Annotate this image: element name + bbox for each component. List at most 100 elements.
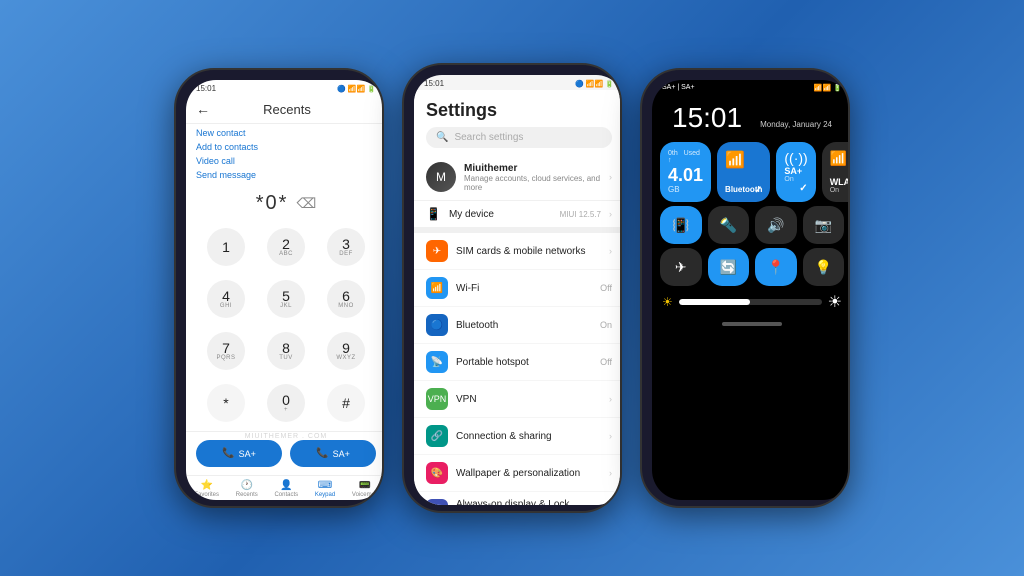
keypad: 1 2ABC 3DEF 4GHI 5JKL 6MNO 7PQRS 8TUV 9W… xyxy=(186,219,384,431)
backspace-icon[interactable]: ⌫ xyxy=(296,195,316,212)
vpn-chevron: › xyxy=(609,394,612,404)
control-time: 15:01 xyxy=(662,98,752,136)
flashlight-btn[interactable]: 🔦 xyxy=(708,206,750,244)
search-bar[interactable]: 🔍 Search settings xyxy=(426,127,612,148)
bluetooth-value: On xyxy=(600,320,612,330)
phone-settings: 15:01 🔵 📶📶 🔋 Settings 🔍 Search settings … xyxy=(402,63,622,513)
control-date: Monday, January 24 xyxy=(760,120,832,129)
call-button-2[interactable]: 📞 SA+ xyxy=(290,440,376,467)
key-5[interactable]: 5JKL xyxy=(267,280,305,318)
vpn-icon: VPN xyxy=(426,388,448,410)
my-device-item[interactable]: 📱 My device MIUI 12.5.7 › xyxy=(414,201,622,233)
search-icon: 🔍 xyxy=(436,132,448,143)
brightness-high-icon: ☀ xyxy=(828,292,842,312)
data-label: 0th Used ↑ xyxy=(668,150,703,164)
brightness-bar[interactable] xyxy=(679,299,822,305)
airplane-icon: ✈ xyxy=(675,259,687,276)
settings-item-wallpaper[interactable]: 🎨 Wallpaper & personalization › xyxy=(414,455,622,492)
profile-name: Miuithemer xyxy=(464,163,601,174)
wifi-icon: 📶 xyxy=(426,277,448,299)
brightness-low-icon: ☀ xyxy=(662,295,673,309)
new-contact-link[interactable]: New contact xyxy=(196,128,376,138)
home-indicator[interactable] xyxy=(722,322,782,326)
settings-item-connection[interactable]: 🔗 Connection & sharing › xyxy=(414,418,622,455)
sim-chevron: › xyxy=(609,246,612,256)
phone-dialer: 15:01 🔵 📶📶 🔋 ← Recents New contact Add t… xyxy=(174,68,384,508)
phone-icon-1: 📞 xyxy=(222,448,234,459)
settings-item-vpn[interactable]: VPN VPN › xyxy=(414,381,622,418)
settings-item-sim[interactable]: ✈ SIM cards & mobile networks › xyxy=(414,233,622,270)
volume-btn[interactable]: 🔊 xyxy=(755,206,797,244)
autorotate-icon: 🔄 xyxy=(720,259,737,276)
call-button-1[interactable]: 📞 SA+ xyxy=(196,440,282,467)
key-1[interactable]: 1 xyxy=(207,228,245,266)
connection-chevron: › xyxy=(609,431,612,441)
nav-voicemail[interactable]: 📟Voicemail xyxy=(352,480,378,498)
control-grid: 0th Used ↑ 4.01 GB 📶 Bluetooth ✓ ((·)) xyxy=(652,138,850,206)
tile-bluetooth[interactable]: 📶 Bluetooth ✓ xyxy=(717,142,770,202)
bluetooth-check-icon: ✓ xyxy=(754,185,762,196)
connection-icon: 🔗 xyxy=(426,425,448,447)
settings-item-bluetooth[interactable]: 🔵 Bluetooth On xyxy=(414,307,622,344)
nav-contacts[interactable]: 👤Contacts xyxy=(274,480,298,498)
brightness-row: ☀ ☀ xyxy=(652,286,850,318)
camera-btn[interactable]: 📷 xyxy=(803,206,845,244)
key-6[interactable]: 6MNO xyxy=(327,280,365,318)
dialer-actions: New contact Add to contacts Video call S… xyxy=(186,124,384,184)
send-message-link[interactable]: Send message xyxy=(196,170,376,180)
wallpaper-label: Wallpaper & personalization xyxy=(456,468,601,479)
settings-item-wifi[interactable]: 📶 Wi-Fi Off xyxy=(414,270,622,307)
hotspot-icon: 📡 xyxy=(426,351,448,373)
control-status-bar: SA+ | SA+ 📶📶 🔋 xyxy=(652,80,850,96)
location-btn[interactable]: 📍 xyxy=(755,248,797,286)
wifi-value: Off xyxy=(600,283,612,293)
key-0[interactable]: 0+ xyxy=(267,384,305,422)
bottom-nav: ⭐Favorites 🕐Recents 👤Contacts ⌨Keypad 📟V… xyxy=(186,475,384,500)
lockscreen-label: Always-on display & Lock screen xyxy=(456,499,601,505)
nav-keypad[interactable]: ⌨Keypad xyxy=(315,480,335,498)
contacts-icon: 👤 xyxy=(280,480,292,491)
key-2[interactable]: 2ABC xyxy=(267,228,305,266)
nav-favorites[interactable]: ⭐Favorites xyxy=(194,480,219,498)
data-unit: GB xyxy=(668,185,680,194)
vibrate-btn[interactable]: 📳 xyxy=(660,206,702,244)
key-8[interactable]: 8TUV xyxy=(267,332,305,370)
settings-header: Settings 🔍 Search settings xyxy=(414,90,622,154)
volume-icon: 🔊 xyxy=(767,217,784,234)
bluetooth-icon: 🔵 xyxy=(426,314,448,336)
key-7[interactable]: 7PQRS xyxy=(207,332,245,370)
tile-data[interactable]: 0th Used ↑ 4.01 GB xyxy=(660,142,711,202)
key-9[interactable]: 9WXYZ xyxy=(327,332,365,370)
profile-item[interactable]: M Miuithemer Manage accounts, cloud serv… xyxy=(414,154,622,201)
sa-plus-sub: On xyxy=(784,176,802,183)
eyecare-btn[interactable]: 💡 xyxy=(803,248,845,286)
key-hash[interactable]: # xyxy=(327,384,365,422)
back-arrow-icon[interactable]: ← xyxy=(196,101,210,117)
settings-item-lockscreen[interactable]: 🔒 Always-on display & Lock screen › xyxy=(414,492,622,505)
device-icon: 📱 xyxy=(426,207,441,221)
key-3[interactable]: 3DEF xyxy=(327,228,365,266)
status-time-2: 15:01 xyxy=(424,79,444,88)
sa-plus-label: SA+ xyxy=(784,166,802,176)
dialer-title: Recents xyxy=(218,102,356,117)
settings-item-hotspot[interactable]: 📡 Portable hotspot Off xyxy=(414,344,622,381)
keypad-icon: ⌨ xyxy=(318,480,332,491)
nav-recents[interactable]: 🕐Recents xyxy=(236,480,258,498)
quick-row-2: ✈ 🔄 📍 💡 xyxy=(652,244,850,286)
autorotate-btn[interactable]: 🔄 xyxy=(708,248,750,286)
wallpaper-chevron: › xyxy=(609,468,612,478)
device-version: MIUI 12.5.7 xyxy=(560,210,601,219)
video-call-link[interactable]: Video call xyxy=(196,156,376,166)
profile-chevron: › xyxy=(609,172,612,182)
profile-info: Miuithemer Manage accounts, cloud servic… xyxy=(464,163,601,192)
add-contacts-link[interactable]: Add to contacts xyxy=(196,142,376,152)
tile-sa-plus[interactable]: ((·)) SA+ On ✓ xyxy=(776,142,815,202)
status-time-1: 15:01 xyxy=(196,84,216,93)
key-4[interactable]: 4GHI xyxy=(207,280,245,318)
key-star[interactable]: * xyxy=(207,384,245,422)
bluetooth-label: Bluetooth xyxy=(456,320,592,331)
avatar: M xyxy=(426,162,456,192)
wlan-label: WLAN xyxy=(830,177,850,187)
airplane-btn[interactable]: ✈ xyxy=(660,248,702,286)
tile-wlan[interactable]: 📶 WLAN On xyxy=(822,142,850,202)
